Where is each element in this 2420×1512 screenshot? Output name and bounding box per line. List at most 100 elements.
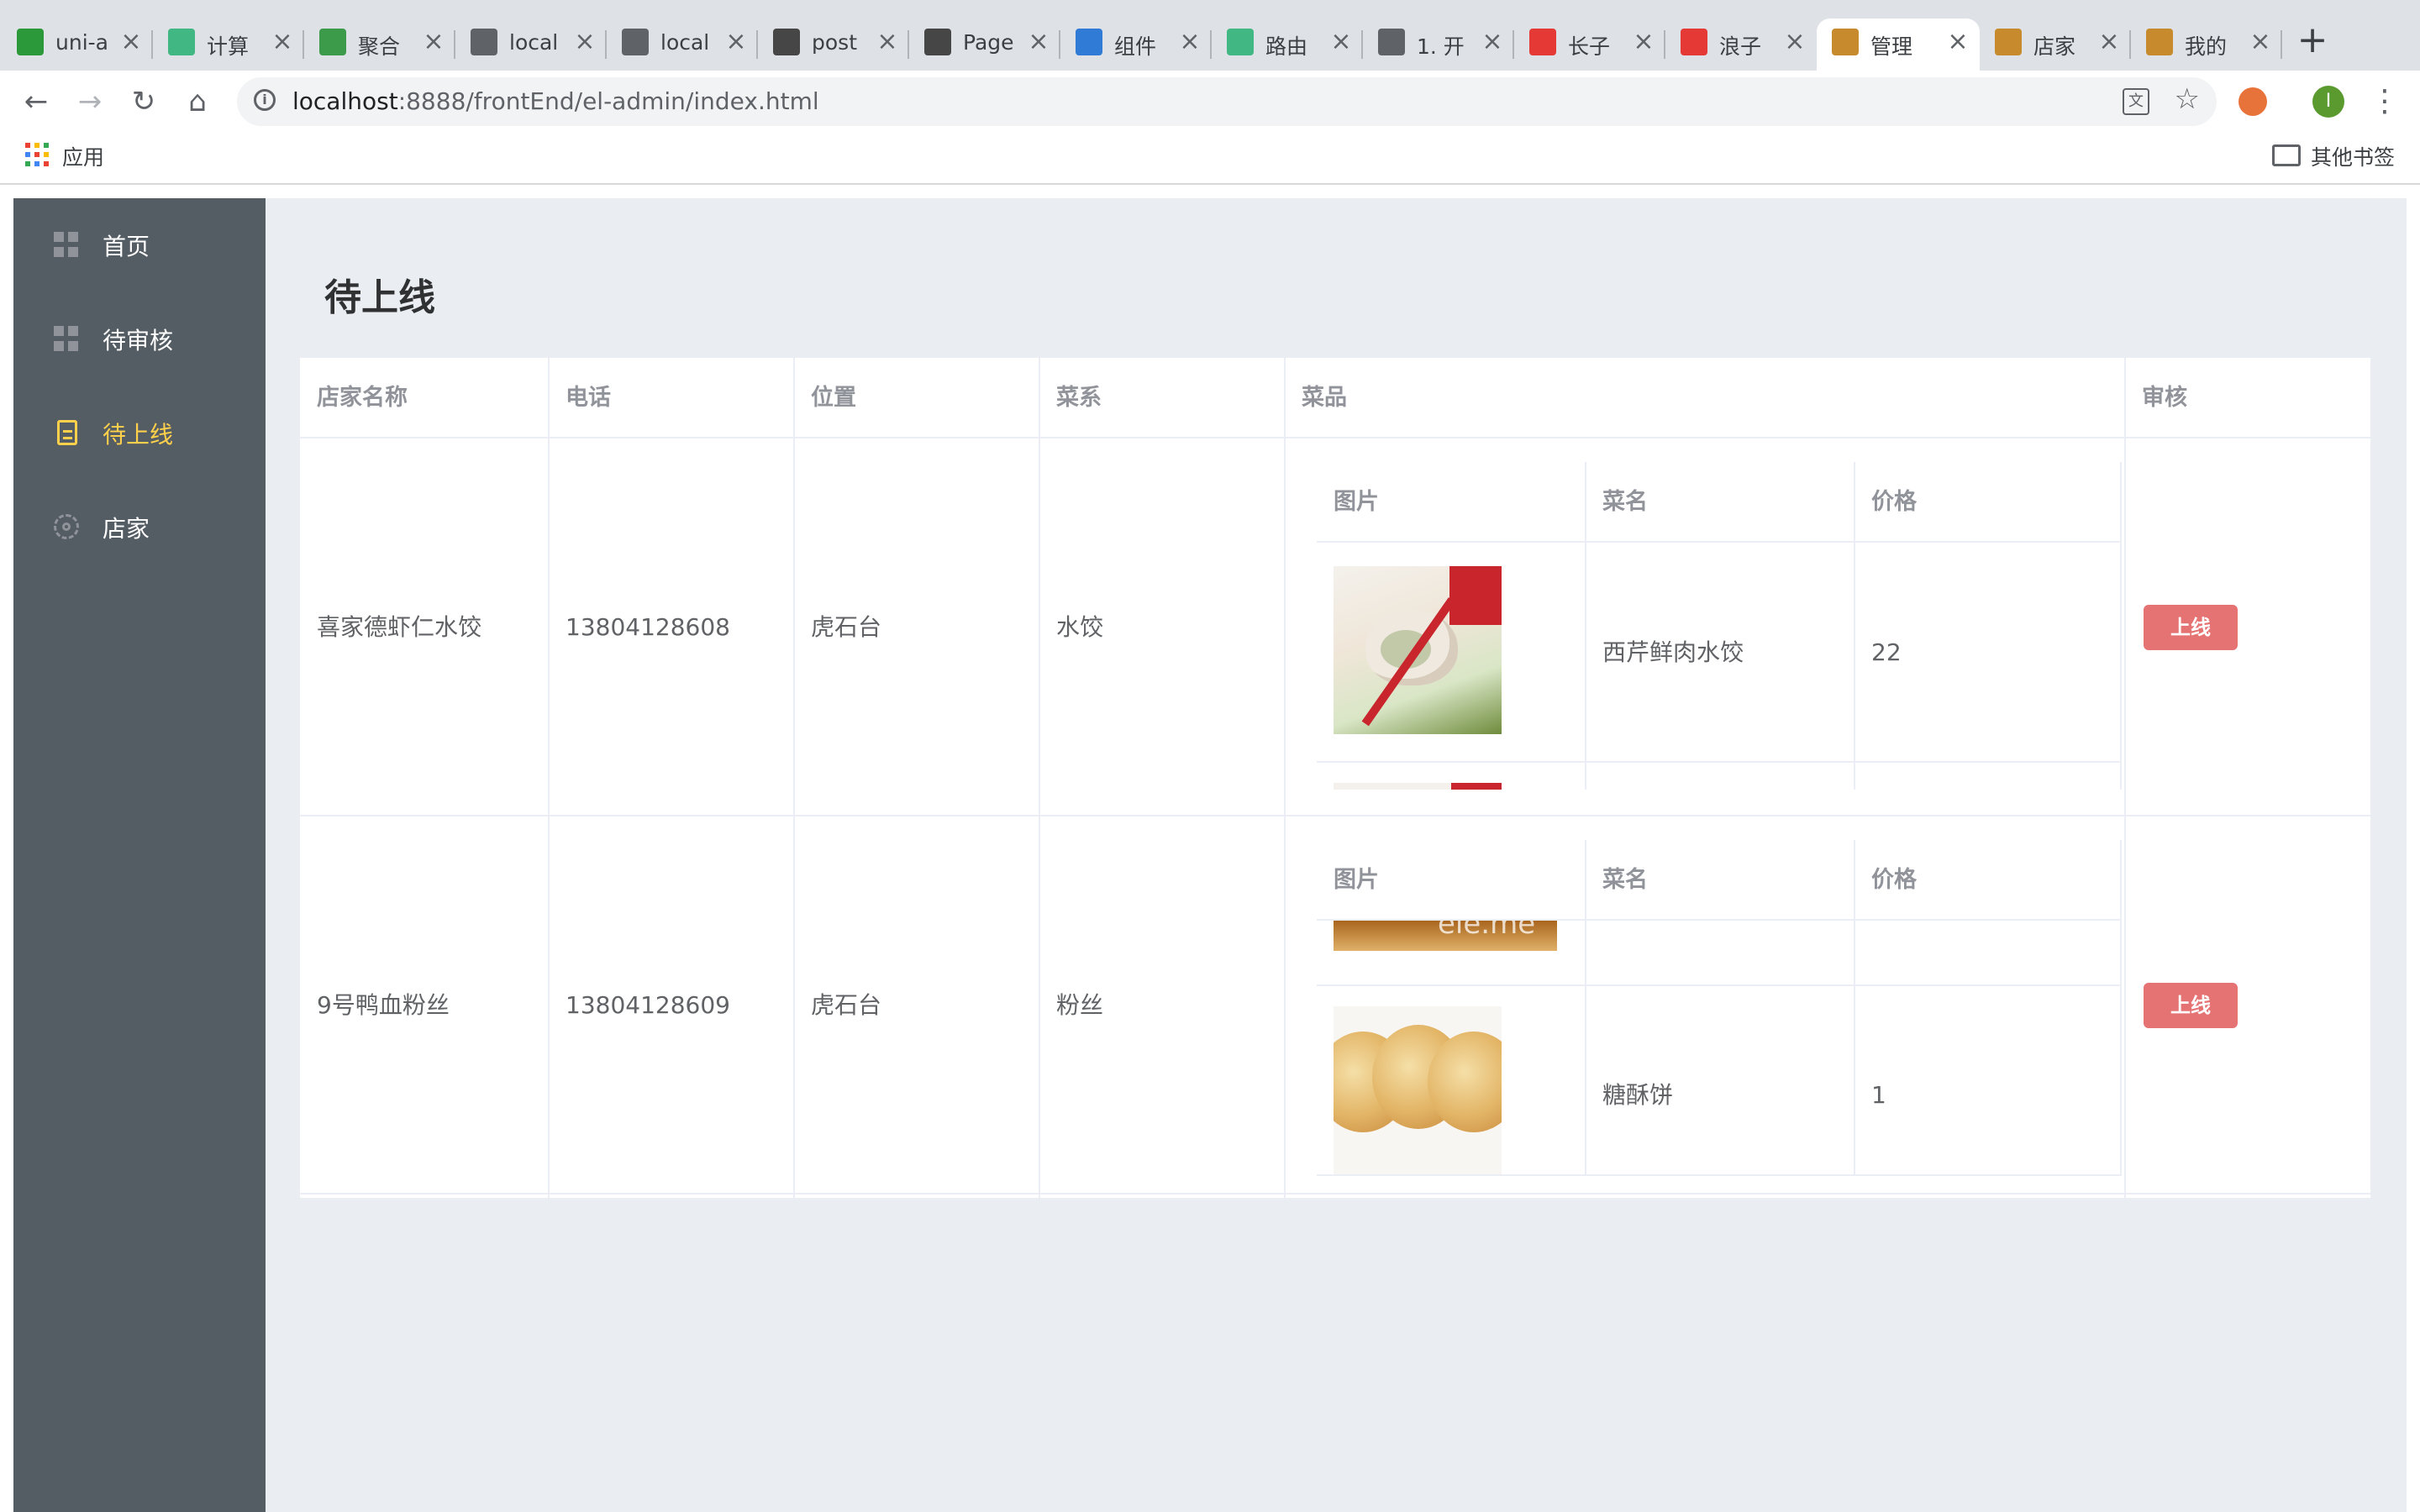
- sidebar-item-pending-review[interactable]: 待审核: [13, 292, 266, 386]
- dish-row: 糖酥饼 1: [1317, 986, 2122, 1176]
- sidebar-item-label: 待上线: [103, 421, 174, 449]
- sidebar-item-home[interactable]: 首页: [13, 198, 266, 292]
- browser-tab[interactable]: 店家 ×: [1980, 18, 2131, 71]
- uniapp-icon: [17, 29, 44, 55]
- browser-tab-title: 我的: [2185, 34, 2228, 59]
- browser-tab-title: 浪子: [1719, 34, 1762, 59]
- apps-bookmark[interactable]: 应用: [62, 141, 104, 171]
- forward-icon[interactable]: →: [69, 81, 111, 123]
- dishes-table-header: 图片 菜名 价格: [1317, 462, 2122, 543]
- close-tab-icon[interactable]: ×: [571, 29, 598, 55]
- close-tab-icon[interactable]: ×: [1479, 29, 1506, 55]
- pastry-image: [1334, 1006, 1502, 1174]
- dish-name-cell: 糖酥饼: [1602, 1081, 1674, 1109]
- dumpling-image: [1334, 566, 1502, 734]
- table-row: 9号鸭血粉丝 13804128609 虎石台 粉丝 图片 菜名 价格 ele.m…: [300, 816, 2370, 1194]
- browser-menu-icon[interactable]: ⋮: [2370, 81, 2400, 123]
- browser-tab[interactable]: local ×: [607, 18, 758, 71]
- browser-tab-title: 1. 开: [1417, 34, 1465, 59]
- go-online-button[interactable]: 上线: [2144, 983, 2238, 1028]
- close-tab-icon[interactable]: ×: [1630, 29, 1657, 55]
- browser-tab-title: local: [509, 30, 559, 55]
- shops-table: 店家名称 电话 位置 菜系 菜品 审核 喜家德虾仁水饺 13804128608 …: [300, 358, 2370, 1198]
- back-icon[interactable]: ←: [15, 81, 57, 123]
- browser-tab[interactable]: post ×: [758, 18, 909, 71]
- sidebar-item-pending-online[interactable]: 待上线: [13, 386, 266, 480]
- browser-tab[interactable]: 计算 ×: [153, 18, 304, 71]
- column-header-price: 价格: [1871, 867, 1917, 893]
- column-header-shop-name: 店家名称: [317, 385, 408, 411]
- close-tab-icon[interactable]: ×: [118, 29, 145, 55]
- phone-cell: 13804128608: [566, 613, 730, 641]
- reload-icon[interactable]: ↻: [123, 81, 165, 123]
- browser-tab[interactable]: 聚合 ×: [304, 18, 455, 71]
- close-tab-icon[interactable]: ×: [1328, 29, 1355, 55]
- column-header-price: 价格: [1871, 489, 1917, 515]
- close-tab-icon[interactable]: ×: [2247, 29, 2274, 55]
- sidebar-item-shops[interactable]: 店家: [13, 480, 266, 575]
- dishes-table[interactable]: 图片 菜名 价格 ele.me 糖酥饼 1: [1317, 840, 2122, 1176]
- translate-icon[interactable]: 文: [2123, 88, 2149, 115]
- close-tab-icon[interactable]: ×: [723, 29, 750, 55]
- shop-name-cell: 9号鸭血粉丝: [317, 991, 450, 1019]
- burger-icon: [2146, 29, 2173, 55]
- new-tab-icon[interactable]: +: [2294, 22, 2331, 59]
- dish-price-cell: 22: [1871, 638, 1902, 666]
- address-bar[interactable]: i localhost:8888/frontEnd/el-admin/index…: [237, 77, 2217, 126]
- close-tab-icon[interactable]: ×: [269, 29, 296, 55]
- sidebar-item-label: 待审核: [103, 327, 174, 354]
- browser-tab[interactable]: Page ×: [909, 18, 1060, 71]
- other-bookmarks[interactable]: 其他书签: [2311, 141, 2395, 171]
- browser-tab-title: 聚合: [358, 34, 401, 59]
- browser-tab[interactable]: 路由 ×: [1212, 18, 1363, 71]
- vue-icon: [168, 29, 195, 55]
- close-tab-icon[interactable]: ×: [874, 29, 901, 55]
- url-text[interactable]: localhost:8888/frontEnd/el-admin/index.h…: [292, 87, 819, 115]
- browser-tab[interactable]: local ×: [455, 18, 607, 71]
- sidebar-item-label: 店家: [103, 515, 150, 543]
- close-tab-icon[interactable]: ×: [1781, 29, 1808, 55]
- browser-tab-title: Page: [963, 30, 1014, 55]
- column-header-image: 图片: [1334, 867, 1379, 893]
- browser-tab[interactable]: uni-a ×: [2, 18, 153, 71]
- column-header-dish-name: 菜名: [1602, 489, 1648, 515]
- bookmarks-bar: 应用 其他书签: [0, 133, 2420, 185]
- column-header-review: 审核: [2142, 385, 2187, 411]
- browser-tab[interactable]: 组件 ×: [1060, 18, 1212, 71]
- browser-tab-title: post: [812, 30, 857, 55]
- column-header-dishes: 菜品: [1302, 385, 1347, 411]
- github-icon: [622, 29, 649, 55]
- browser-tab[interactable]: 管理 ×: [1817, 18, 1980, 71]
- browser-tab[interactable]: 浪子 ×: [1665, 18, 1817, 71]
- go-online-button[interactable]: 上线: [2144, 605, 2238, 650]
- dish-row-partial: [1317, 763, 2122, 790]
- home-icon[interactable]: ⌂: [176, 81, 218, 123]
- browser-tab[interactable]: 长子 ×: [1514, 18, 1665, 71]
- dishes-table[interactable]: 图片 菜名 价格 西芹鲜肉水饺 22: [1317, 462, 2122, 790]
- phone-cell: 13804128609: [566, 991, 730, 1019]
- extension-icon[interactable]: [2238, 87, 2267, 116]
- bookmark-star-icon[interactable]: ☆: [2175, 82, 2200, 116]
- column-header-dish-name: 菜名: [1602, 867, 1648, 893]
- browser-tab[interactable]: 我的 ×: [2131, 18, 2282, 71]
- column-header-cuisine: 菜系: [1056, 385, 1102, 411]
- close-tab-icon[interactable]: ×: [1176, 29, 1203, 55]
- browser-tab[interactable]: 1. 开 ×: [1363, 18, 1514, 71]
- gear-icon: [54, 514, 79, 539]
- admin-app: 首页 待审核 待上线 店家 待上线 店家名称 电话 位置 菜系 菜品 审核 喜家…: [13, 198, 2407, 1512]
- site-info-icon[interactable]: i: [254, 89, 276, 111]
- browser-tab-title: 计算: [207, 34, 250, 59]
- page-icon: [471, 29, 497, 55]
- browser-tab-title: 长子: [1568, 34, 1611, 59]
- close-tab-icon[interactable]: ×: [1025, 29, 1052, 55]
- cloud-icon: [319, 29, 346, 55]
- close-tab-icon[interactable]: ×: [2096, 29, 2123, 55]
- column-header-phone: 电话: [566, 385, 611, 411]
- close-tab-icon[interactable]: ×: [420, 29, 447, 55]
- profile-avatar[interactable]: I: [2312, 86, 2344, 118]
- close-tab-icon[interactable]: ×: [1944, 29, 1971, 55]
- soup-image: ele.me: [1334, 921, 1557, 951]
- apps-grid-icon[interactable]: [25, 143, 49, 166]
- browser-tab-title: uni-a: [55, 30, 108, 55]
- tab-separator: [2281, 30, 2282, 59]
